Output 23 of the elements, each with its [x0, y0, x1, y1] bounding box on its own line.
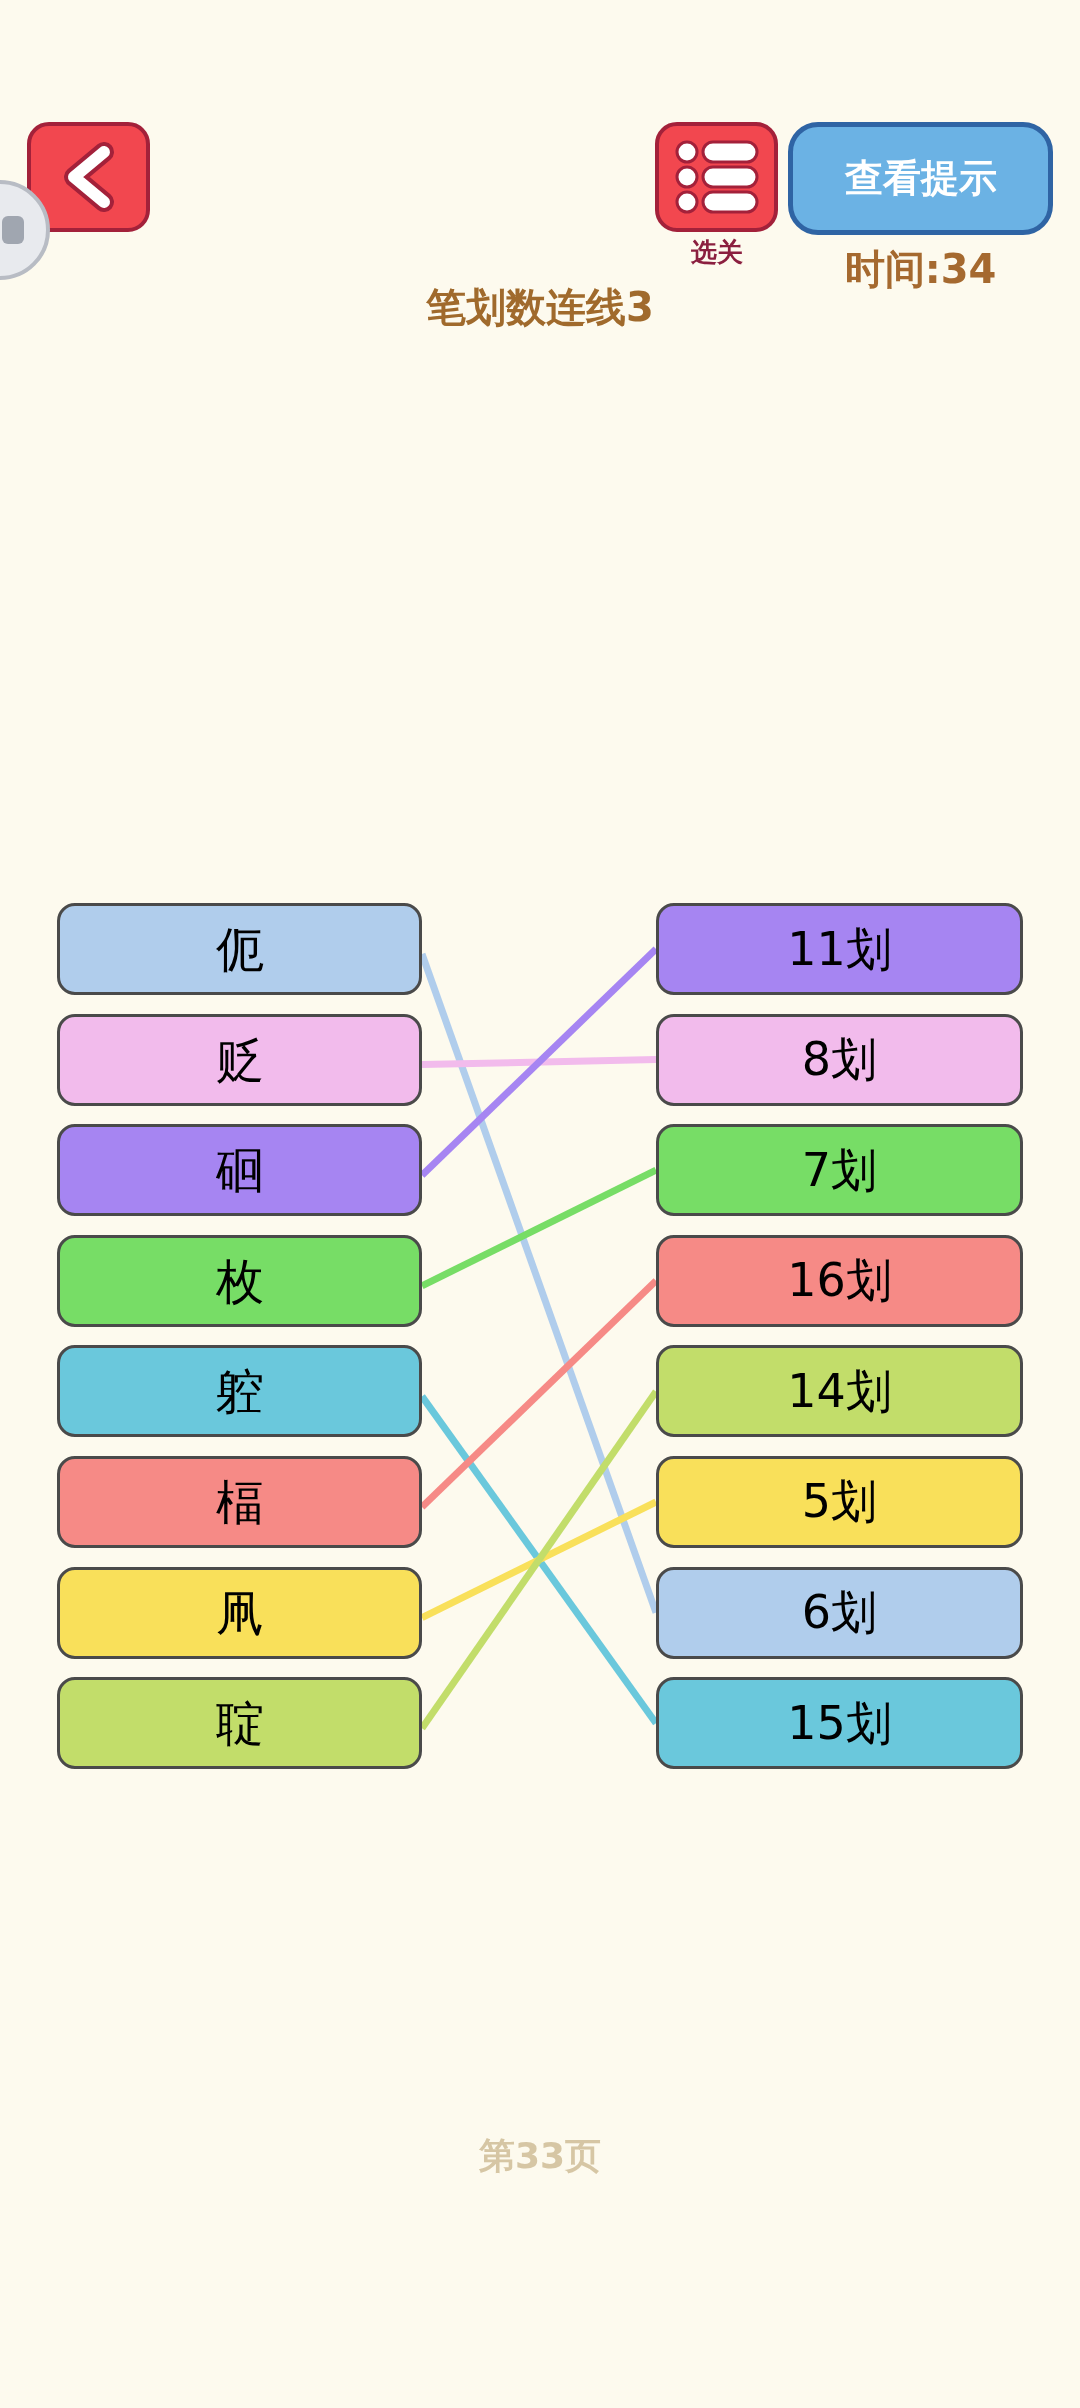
level-title: 笔划数连线3 — [426, 283, 654, 331]
level-list-button[interactable] — [655, 122, 778, 232]
character-card[interactable]: 躻 — [57, 1345, 422, 1438]
stroke-count-card[interactable]: 14划 — [656, 1345, 1023, 1438]
list-icon — [674, 139, 759, 215]
stroke-count-card[interactable]: 11划 — [656, 903, 1023, 995]
timer-text: 时间:34 — [844, 245, 997, 293]
stroke-count-card[interactable]: 15划 — [656, 1677, 1023, 1770]
stroke-count-card[interactable]: 16划 — [656, 1234, 1023, 1327]
character-card[interactable]: 贬 — [57, 1013, 422, 1106]
back-button[interactable] — [27, 122, 150, 232]
character-card[interactable]: 楅 — [57, 1455, 422, 1548]
character-card[interactable]: 凧 — [57, 1566, 422, 1659]
character-card[interactable]: 伌 — [57, 903, 422, 995]
stroke-count-card[interactable]: 7划 — [656, 1124, 1023, 1217]
level-list-label: 选关 — [690, 236, 743, 269]
character-card[interactable]: 聢 — [57, 1677, 422, 1770]
page-number: 第33页 — [478, 2134, 602, 2179]
character-card[interactable]: 硘 — [57, 1124, 422, 1217]
stroke-count-card[interactable]: 6划 — [656, 1566, 1023, 1659]
stroke-count-card[interactable]: 5划 — [656, 1455, 1023, 1548]
stroke-count-card[interactable]: 8划 — [656, 1013, 1023, 1106]
character-card[interactable]: 枚 — [57, 1234, 422, 1327]
